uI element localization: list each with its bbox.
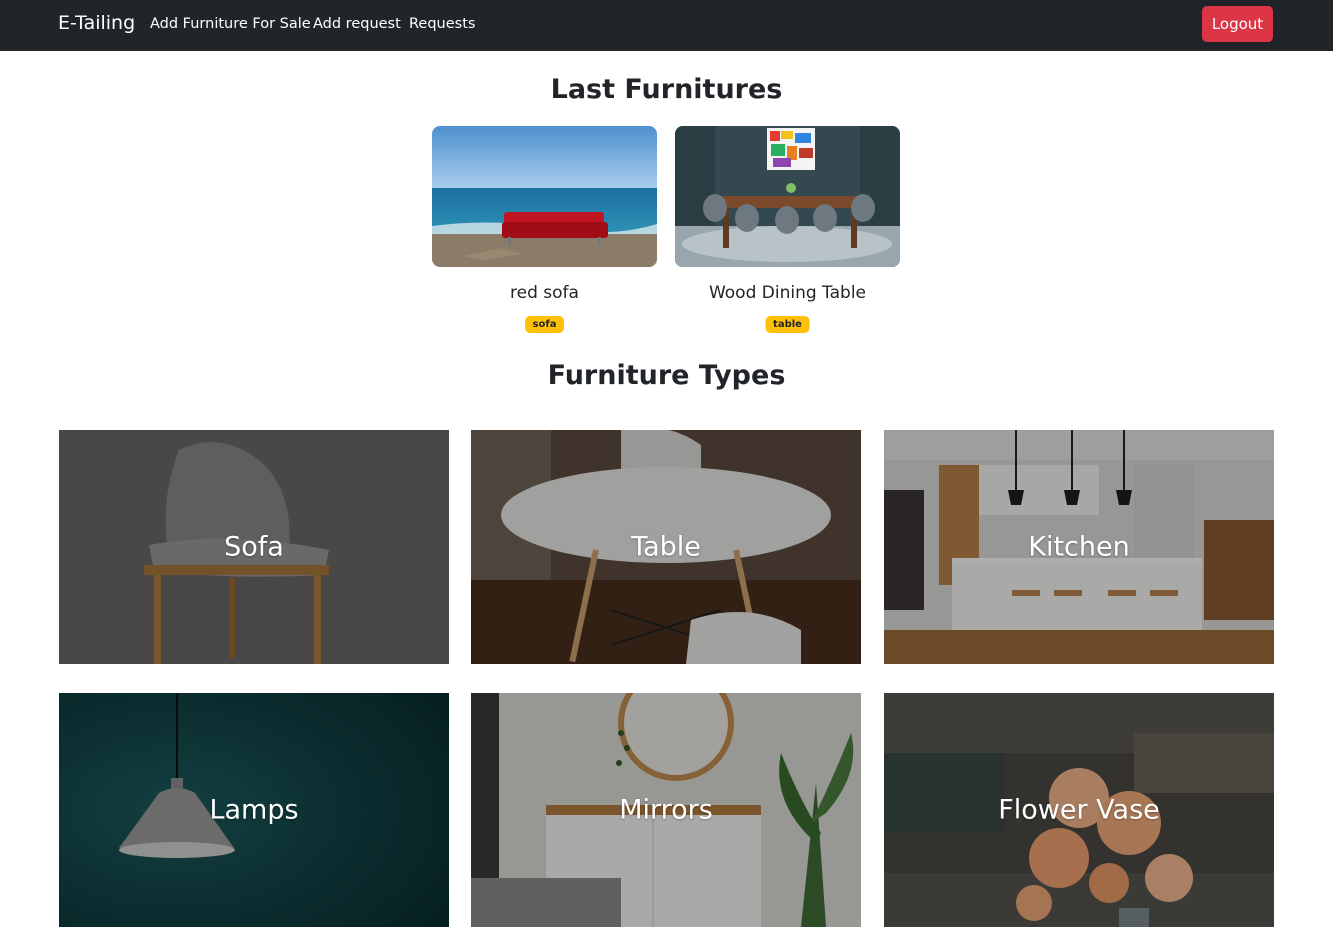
nav-link-add-furniture[interactable]: Add Furniture For Sale xyxy=(150,16,311,32)
type-tile-label: Flower Vase xyxy=(998,794,1160,826)
category-badge: table xyxy=(765,316,810,333)
furniture-card-title: Wood Dining Table xyxy=(708,283,867,303)
logout-button[interactable]: Logout xyxy=(1202,6,1273,42)
nav-link-add-request[interactable]: Add request xyxy=(313,16,401,32)
navbar: E-Tailing Add Furniture For Sale Add req… xyxy=(0,0,1333,51)
wood-dining-table-image[interactable] xyxy=(675,126,900,267)
category-badge: sofa xyxy=(524,316,565,333)
type-tile-label: Mirrors xyxy=(619,794,713,826)
type-tile-sofa[interactable]: Sofa xyxy=(59,430,449,664)
type-tile-label: Table xyxy=(631,531,701,563)
type-tile-table[interactable]: Table xyxy=(471,430,861,664)
type-tile-kitchen[interactable]: Kitchen xyxy=(884,430,1274,664)
furniture-types-title: Furniture Types xyxy=(547,360,786,391)
type-tile-label: Sofa xyxy=(224,531,284,563)
type-tile-label: Kitchen xyxy=(1028,531,1130,563)
type-tile-flower-vase[interactable]: Flower Vase xyxy=(884,693,1274,927)
nav-link-requests[interactable]: Requests xyxy=(409,16,475,32)
furniture-card-red-sofa[interactable]: red sofa sofa xyxy=(432,126,657,333)
brand-link[interactable]: E-Tailing xyxy=(58,12,135,34)
furniture-card-wood-dining-table[interactable]: Wood Dining Table table xyxy=(675,126,900,333)
type-tile-lamps[interactable]: Lamps xyxy=(59,693,449,927)
type-tile-mirrors[interactable]: Mirrors xyxy=(471,693,861,927)
last-furnitures-title: Last Furnitures xyxy=(550,74,783,105)
red-sofa-image[interactable] xyxy=(432,126,657,267)
type-tile-label: Lamps xyxy=(209,794,299,826)
furniture-card-title: red sofa xyxy=(510,283,579,303)
